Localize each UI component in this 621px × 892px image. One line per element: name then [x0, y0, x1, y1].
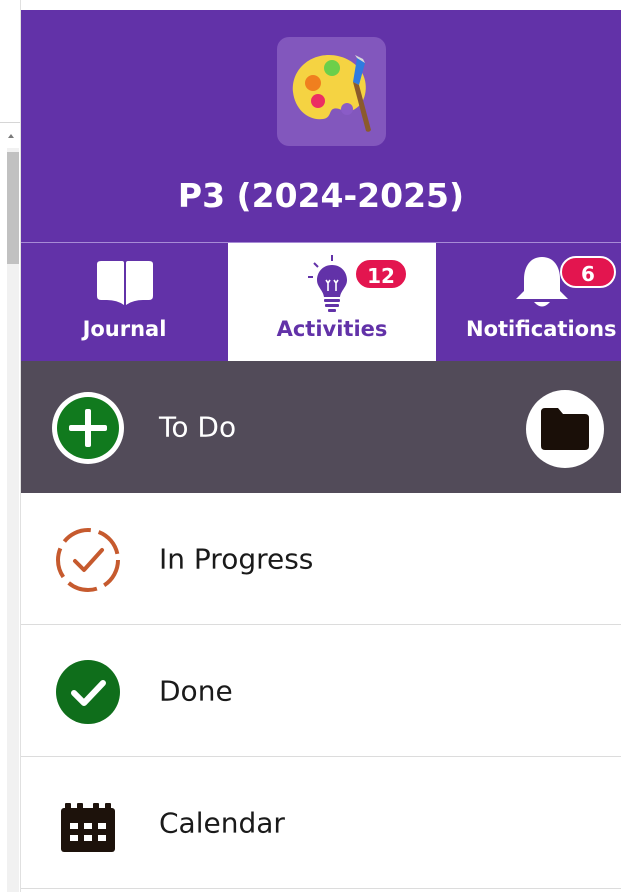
dashed-check-circle-icon — [56, 528, 120, 592]
tab-bar: Journal 12 Activities 6 Notifications — [21, 242, 621, 361]
menu-item-done[interactable]: Done — [21, 625, 621, 757]
class-header: P3 (2024-2025) — [21, 10, 621, 242]
menu-item-to-do[interactable]: To Do — [21, 361, 621, 493]
calendar-icon — [61, 803, 115, 852]
activities-count-badge: 12 — [354, 258, 408, 290]
folder-button[interactable] — [526, 390, 604, 468]
tab-notifications-label: Notifications — [466, 317, 617, 341]
tab-journal[interactable]: Journal — [21, 243, 228, 361]
menu-item-label: Calendar — [159, 806, 285, 839]
tab-journal-label: Journal — [82, 317, 167, 341]
plus-circle-icon — [52, 392, 124, 464]
check-circle-icon — [56, 660, 120, 724]
palette-icon — [292, 55, 371, 132]
browser-left-strip — [0, 0, 21, 892]
class-logo — [277, 37, 386, 146]
tab-activities-label: Activities — [276, 317, 388, 341]
scroll-up-arrow-icon[interactable] — [8, 134, 14, 138]
menu-item-label: Done — [159, 674, 233, 707]
book-icon — [97, 261, 153, 305]
scrollbar-thumb[interactable] — [7, 152, 19, 264]
side-panel: P3 (2024-2025) Journal 12 Activities 6 N… — [21, 10, 621, 892]
notifications-count-badge: 6 — [560, 256, 616, 288]
menu-item-label: In Progress — [159, 542, 314, 575]
lightbulb-icon — [308, 255, 347, 312]
class-title: P3 (2024-2025) — [177, 176, 465, 215]
menu-item-label: To Do — [159, 410, 237, 444]
tab-notifications[interactable]: 6 Notifications — [436, 243, 621, 361]
activity-menu: To Do In Progress Done Calendar — [21, 361, 621, 889]
tab-activities[interactable]: 12 Activities — [228, 243, 436, 361]
menu-item-calendar[interactable]: Calendar — [21, 757, 621, 889]
divider — [0, 122, 21, 123]
menu-item-in-progress[interactable]: In Progress — [21, 493, 621, 625]
folder-icon — [541, 408, 589, 450]
